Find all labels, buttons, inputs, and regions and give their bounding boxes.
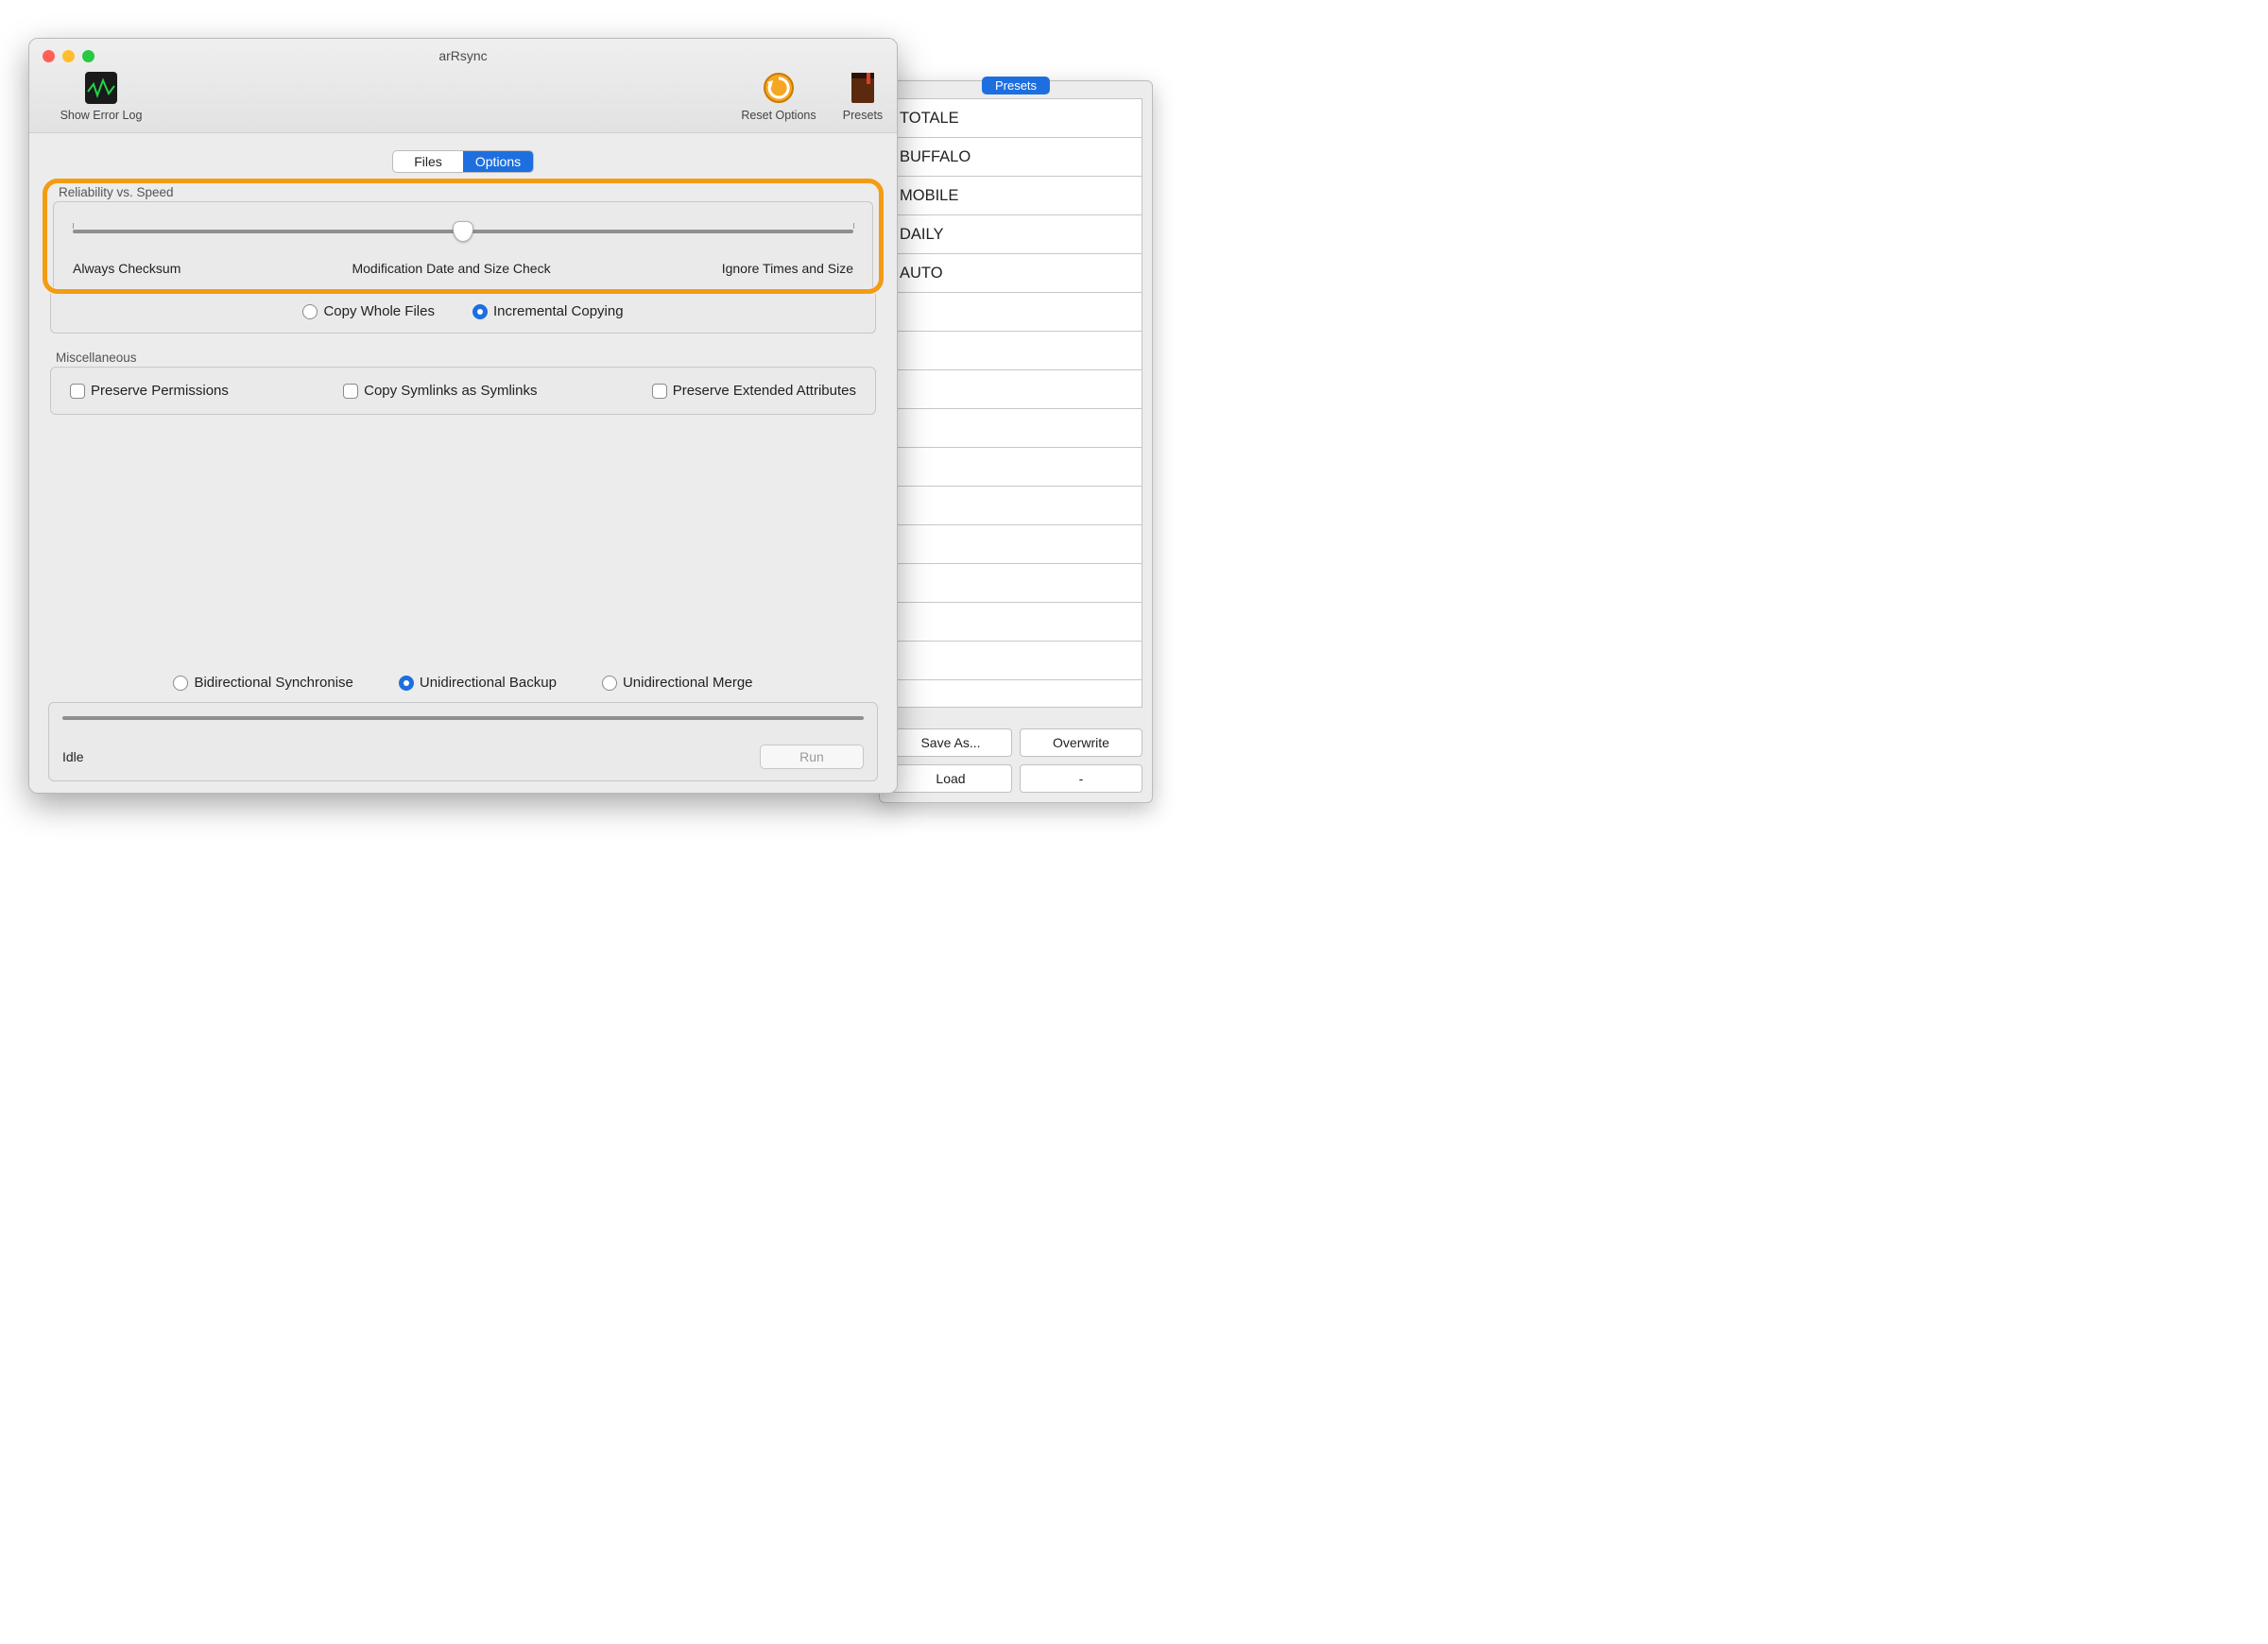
preset-item[interactable]: BUFFALO [890, 138, 1142, 177]
minimize-icon[interactable] [62, 50, 75, 62]
preset-item[interactable] [890, 487, 1142, 525]
presets-toolbar-button[interactable]: Presets [834, 71, 891, 122]
reliability-highlight: Reliability vs. Speed Always C [43, 179, 884, 294]
reset-icon [762, 71, 796, 105]
overwrite-button[interactable]: Overwrite [1020, 728, 1143, 757]
preset-item[interactable]: AUTO [890, 254, 1142, 293]
uni-merge-radio[interactable]: Unidirectional Merge [602, 675, 753, 691]
reset-options-label: Reset Options [741, 109, 816, 122]
presets-buttons: Save As... Overwrite Load - [889, 728, 1143, 793]
preserve-xattr-label: Preserve Extended Attributes [673, 383, 856, 399]
presets-toolbar-label: Presets [843, 109, 883, 122]
preserve-permissions-label: Preserve Permissions [91, 383, 229, 399]
status-text: Idle [62, 749, 84, 764]
presets-title-badge: Presets [982, 77, 1050, 94]
preset-item[interactable] [890, 603, 1142, 642]
preset-item[interactable] [890, 642, 1142, 680]
slider-label-left: Always Checksum [73, 261, 180, 276]
copy-whole-files-label: Copy Whole Files [323, 303, 435, 319]
delete-button[interactable]: - [1020, 764, 1143, 793]
copy-symlinks-label: Copy Symlinks as Symlinks [364, 383, 537, 399]
preset-item[interactable]: TOTALE [890, 99, 1142, 138]
reset-options-button[interactable]: Reset Options [736, 71, 821, 122]
progress-frame: Idle Run [48, 702, 878, 781]
show-error-log-button[interactable]: Show Error Log [44, 71, 158, 122]
tab-options[interactable]: Options [463, 151, 533, 172]
presets-window: Presets TOTALEBUFFALOMOBILEDAILYAUTO Sav… [879, 80, 1153, 803]
show-error-log-label: Show Error Log [60, 109, 143, 122]
slider-label-right: Ignore Times and Size [722, 261, 853, 276]
group-misc-label: Miscellaneous [56, 351, 876, 365]
tab-control[interactable]: Files Options [392, 150, 534, 173]
group-reliability-bottom: Copy Whole Files Incremental Copying [50, 294, 876, 334]
tab-files[interactable]: Files [393, 151, 463, 172]
preset-item[interactable] [890, 525, 1142, 564]
reliability-slider[interactable] [73, 221, 853, 242]
group-misc: Preserve Permissions Copy Symlinks as Sy… [50, 367, 876, 415]
close-icon[interactable] [43, 50, 55, 62]
error-log-icon [84, 71, 118, 105]
window-controls [43, 50, 94, 62]
preset-item[interactable]: DAILY [890, 215, 1142, 254]
save-as-button[interactable]: Save As... [889, 728, 1012, 757]
preset-item[interactable] [890, 293, 1142, 332]
incremental-copying-label: Incremental Copying [493, 303, 624, 319]
uni-backup-label: Unidirectional Backup [420, 675, 557, 691]
preset-item[interactable] [890, 370, 1142, 409]
zoom-icon[interactable] [82, 50, 94, 62]
preset-item[interactable] [890, 564, 1142, 603]
preserve-xattr-check[interactable]: Preserve Extended Attributes [652, 383, 856, 399]
preset-item[interactable] [890, 409, 1142, 448]
load-button[interactable]: Load [889, 764, 1012, 793]
slider-label-center: Modification Date and Size Check [352, 261, 550, 276]
preserve-permissions-check[interactable]: Preserve Permissions [70, 383, 229, 399]
copy-whole-files-radio[interactable]: Copy Whole Files [302, 303, 435, 319]
titlebar: arRsync Show Error Log [29, 39, 897, 133]
group-reliability-top: Always Checksum Modification Date and Si… [53, 201, 873, 287]
run-button[interactable]: Run [760, 745, 864, 769]
incremental-copying-radio[interactable]: Incremental Copying [472, 303, 624, 319]
window-title: arRsync [438, 48, 487, 63]
uni-merge-label: Unidirectional Merge [623, 675, 753, 691]
book-icon [846, 71, 880, 105]
uni-backup-radio[interactable]: Unidirectional Backup [399, 675, 557, 691]
preset-item[interactable] [890, 332, 1142, 370]
main-window: arRsync Show Error Log [28, 38, 898, 794]
bidirectional-label: Bidirectional Synchronise [194, 675, 352, 691]
preset-item[interactable] [890, 448, 1142, 487]
bidirectional-radio[interactable]: Bidirectional Synchronise [173, 675, 352, 691]
preset-item[interactable]: MOBILE [890, 177, 1142, 215]
group-reliability-label: Reliability vs. Speed [59, 185, 873, 199]
copy-symlinks-check[interactable]: Copy Symlinks as Symlinks [343, 383, 537, 399]
progress-bar [62, 716, 864, 720]
slider-thumb-icon[interactable] [453, 221, 473, 242]
presets-list[interactable]: TOTALEBUFFALOMOBILEDAILYAUTO [889, 98, 1143, 708]
